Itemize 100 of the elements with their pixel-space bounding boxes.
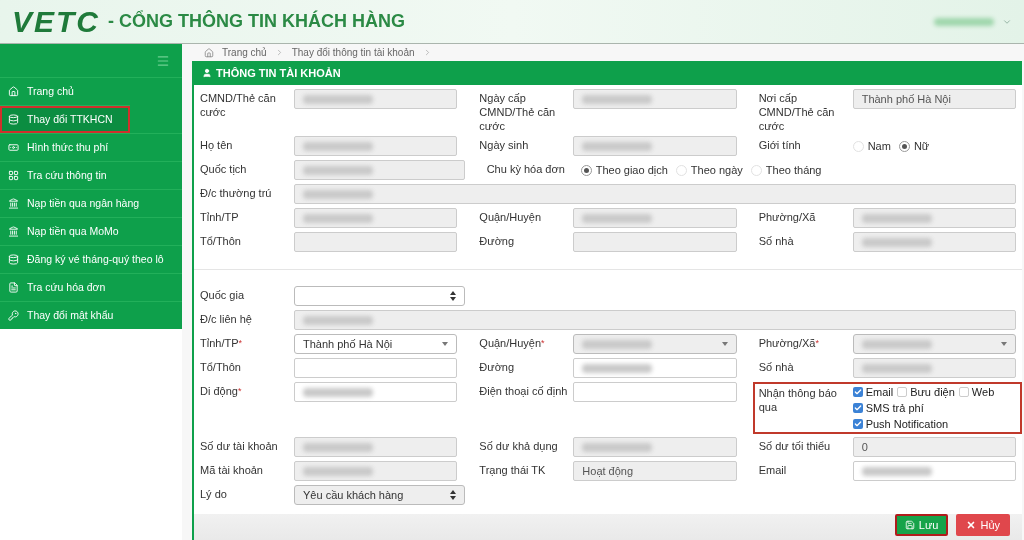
grid-icon [8, 170, 19, 181]
input-field[interactable] [294, 89, 458, 109]
field-label: Đ/c thường trú [200, 186, 273, 201]
field-label: Số nhà [758, 234, 795, 249]
blurred-value [303, 213, 373, 223]
radio-label: Theo giao dịch [595, 163, 668, 179]
panel-header: THÔNG TIN TÀI KHOẢN [194, 61, 1022, 85]
blurred-value [303, 466, 373, 476]
radio-button[interactable] [580, 165, 592, 176]
breadcrumb-link[interactable]: Thay đổi thông tin tài khoản [291, 45, 415, 60]
input-field[interactable] [294, 310, 1016, 330]
blurred-value [582, 339, 653, 349]
select-field[interactable] [294, 286, 465, 306]
field-label: Quận/Huyện* [479, 336, 546, 351]
checkbox[interactable] [852, 419, 863, 429]
field-label: Điện thoại cố định [479, 384, 569, 399]
blurred-value [303, 141, 373, 151]
field-label: Quốc gia [200, 288, 246, 303]
select-field[interactable] [852, 334, 1016, 354]
input-field[interactable] [294, 437, 458, 457]
caret-icon [721, 342, 728, 346]
field-label: Số dư khả dụng [479, 439, 559, 454]
database-icon [8, 254, 19, 265]
caret-icon [442, 342, 449, 346]
checkbox-label: Email [865, 385, 894, 400]
input-field[interactable] [294, 358, 458, 378]
input-field[interactable] [573, 89, 737, 109]
radio-label: Theo ngày [690, 163, 743, 179]
field-label: Đ/c liên hệ [200, 312, 253, 327]
breadcrumb-link[interactable]: Trang chủ [222, 45, 267, 60]
blurred-value [861, 466, 932, 476]
cancel-button[interactable]: Hủy [956, 514, 1010, 536]
home-icon [8, 86, 19, 97]
checkbox[interactable] [852, 403, 863, 413]
updown-arrow-icon [449, 291, 456, 301]
blurred-value [861, 363, 932, 373]
radio-button[interactable] [898, 141, 910, 152]
input-field[interactable]: Hoạt động [573, 461, 737, 481]
field-label: Email [758, 463, 788, 478]
home-icon [204, 47, 214, 58]
input-field[interactable] [294, 136, 458, 156]
input-field[interactable] [294, 461, 458, 481]
field-label: Quận/Huyện [479, 210, 543, 225]
field-label: Đường [479, 234, 516, 249]
field-label: Chu kỳ hóa đơn [486, 162, 566, 177]
checkbox[interactable] [897, 387, 908, 397]
input-field[interactable] [573, 136, 737, 156]
input-field[interactable] [294, 160, 465, 180]
field-label: Tỉnh/TP [200, 210, 240, 225]
database-icon [8, 114, 19, 125]
checkbox-label: Bưu điện [910, 385, 955, 400]
input-field[interactable] [294, 232, 458, 252]
bank-icon [8, 226, 19, 237]
select-field[interactable] [573, 334, 737, 354]
user-icon [202, 68, 212, 78]
input-field[interactable] [294, 184, 1016, 204]
input-field[interactable] [294, 208, 458, 228]
radio-label: Nam [867, 139, 891, 155]
radio-label: Theo tháng [765, 163, 822, 179]
select-field[interactable]: Yêu cầu khách hàng [294, 485, 465, 505]
input-field[interactable]: Thành phố Hà Nội [852, 89, 1016, 109]
input-field[interactable] [573, 208, 737, 228]
blurred-value [861, 237, 932, 247]
blurred-value [861, 339, 932, 349]
blurred-value [582, 94, 653, 104]
checkbox-label: SMS trả phí [865, 401, 924, 416]
input-field[interactable] [573, 382, 737, 402]
blurred-value [861, 213, 932, 223]
blurred-value [582, 442, 653, 452]
caret-icon [1001, 342, 1007, 346]
user-name-blurred[interactable] [934, 17, 994, 26]
input-field[interactable] [852, 358, 1016, 378]
input-field[interactable] [573, 358, 737, 378]
field-label: Phường/Xã [758, 210, 817, 225]
blurred-value [303, 315, 373, 325]
input-field[interactable] [852, 461, 1016, 481]
menu-icon[interactable] [156, 53, 170, 68]
key-icon [8, 310, 19, 321]
input-field[interactable] [573, 232, 737, 252]
save-button[interactable]: Lưu [894, 514, 949, 536]
blurred-value [582, 141, 653, 151]
field-label: Số nhà [758, 360, 795, 375]
input-field[interactable]: 0 [852, 437, 1016, 457]
input-field[interactable] [573, 437, 737, 457]
input-field[interactable] [852, 208, 1016, 228]
blurred-value [303, 387, 373, 397]
checkbox[interactable] [852, 387, 863, 397]
updown-arrow-icon [449, 490, 456, 500]
field-label: Số dư tối thiểu [758, 439, 832, 454]
field-label: Tỉnh/TP* [200, 336, 244, 351]
blurred-value [303, 94, 373, 104]
input-field[interactable] [852, 232, 1016, 252]
field-label: Phường/Xã* [758, 336, 820, 351]
field-label: Lý do [200, 487, 228, 502]
select-field[interactable]: Thành phố Hà Nội [294, 334, 458, 354]
field-label: Tổ/Thôn [200, 360, 242, 375]
portal-title: - CỔNG THÔNG TIN KHÁCH HÀNG [108, 9, 405, 33]
sidebar-item[interactable]: Thay đổi TTKHCN [0, 105, 130, 133]
checkbox[interactable] [958, 387, 969, 397]
input-field[interactable] [294, 382, 458, 402]
